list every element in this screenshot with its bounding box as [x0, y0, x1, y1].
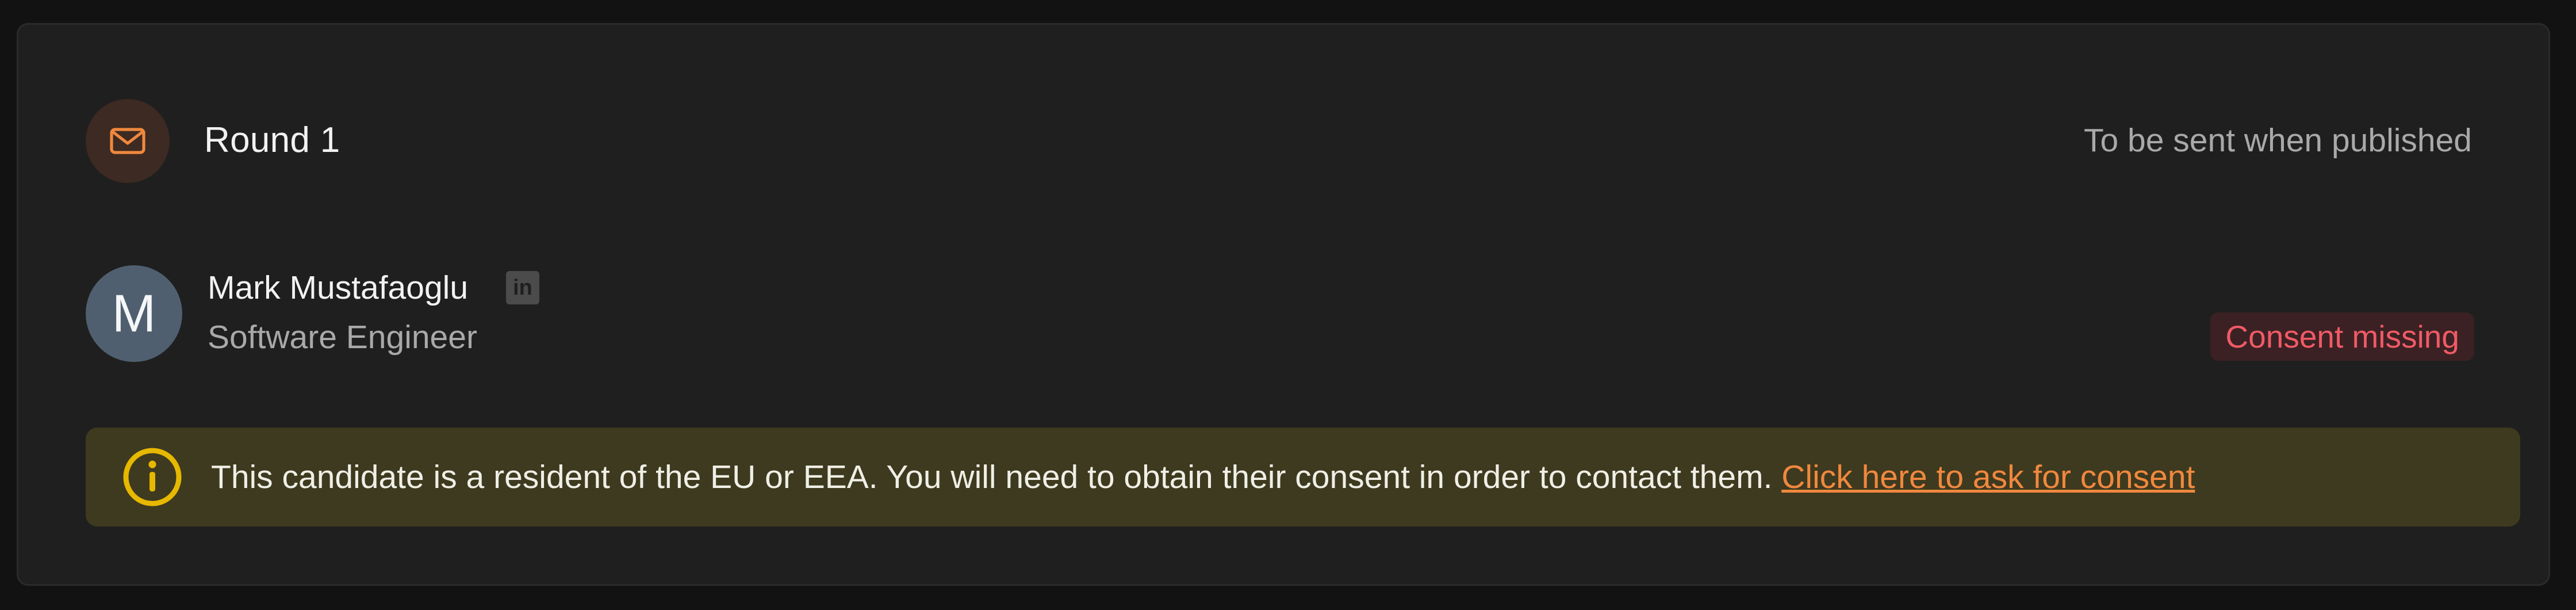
consent-notice-banner: This candidate is a resident of the EU o…: [86, 428, 2520, 527]
info-icon: [123, 448, 182, 506]
linkedin-icon[interactable]: in: [506, 271, 539, 304]
notice-text: This candidate is a resident of the EU o…: [211, 458, 2195, 496]
candidate-title: Software Engineer: [208, 319, 477, 356]
mail-icon: [86, 99, 170, 183]
avatar: M: [86, 265, 182, 362]
round-title: Round 1: [204, 120, 340, 160]
outreach-round-card: Round 1 To be sent when published M Mark…: [17, 23, 2550, 586]
schedule-status: To be sent when published: [2084, 122, 2472, 159]
avatar-initial: M: [112, 284, 156, 343]
notice-message: This candidate is a resident of the EU o…: [211, 459, 1782, 495]
ask-for-consent-link[interactable]: Click here to ask for consent: [1781, 459, 2195, 495]
consent-status-badge: Consent missing: [2210, 312, 2474, 361]
candidate-name[interactable]: Mark Mustafaoglu: [208, 269, 468, 307]
